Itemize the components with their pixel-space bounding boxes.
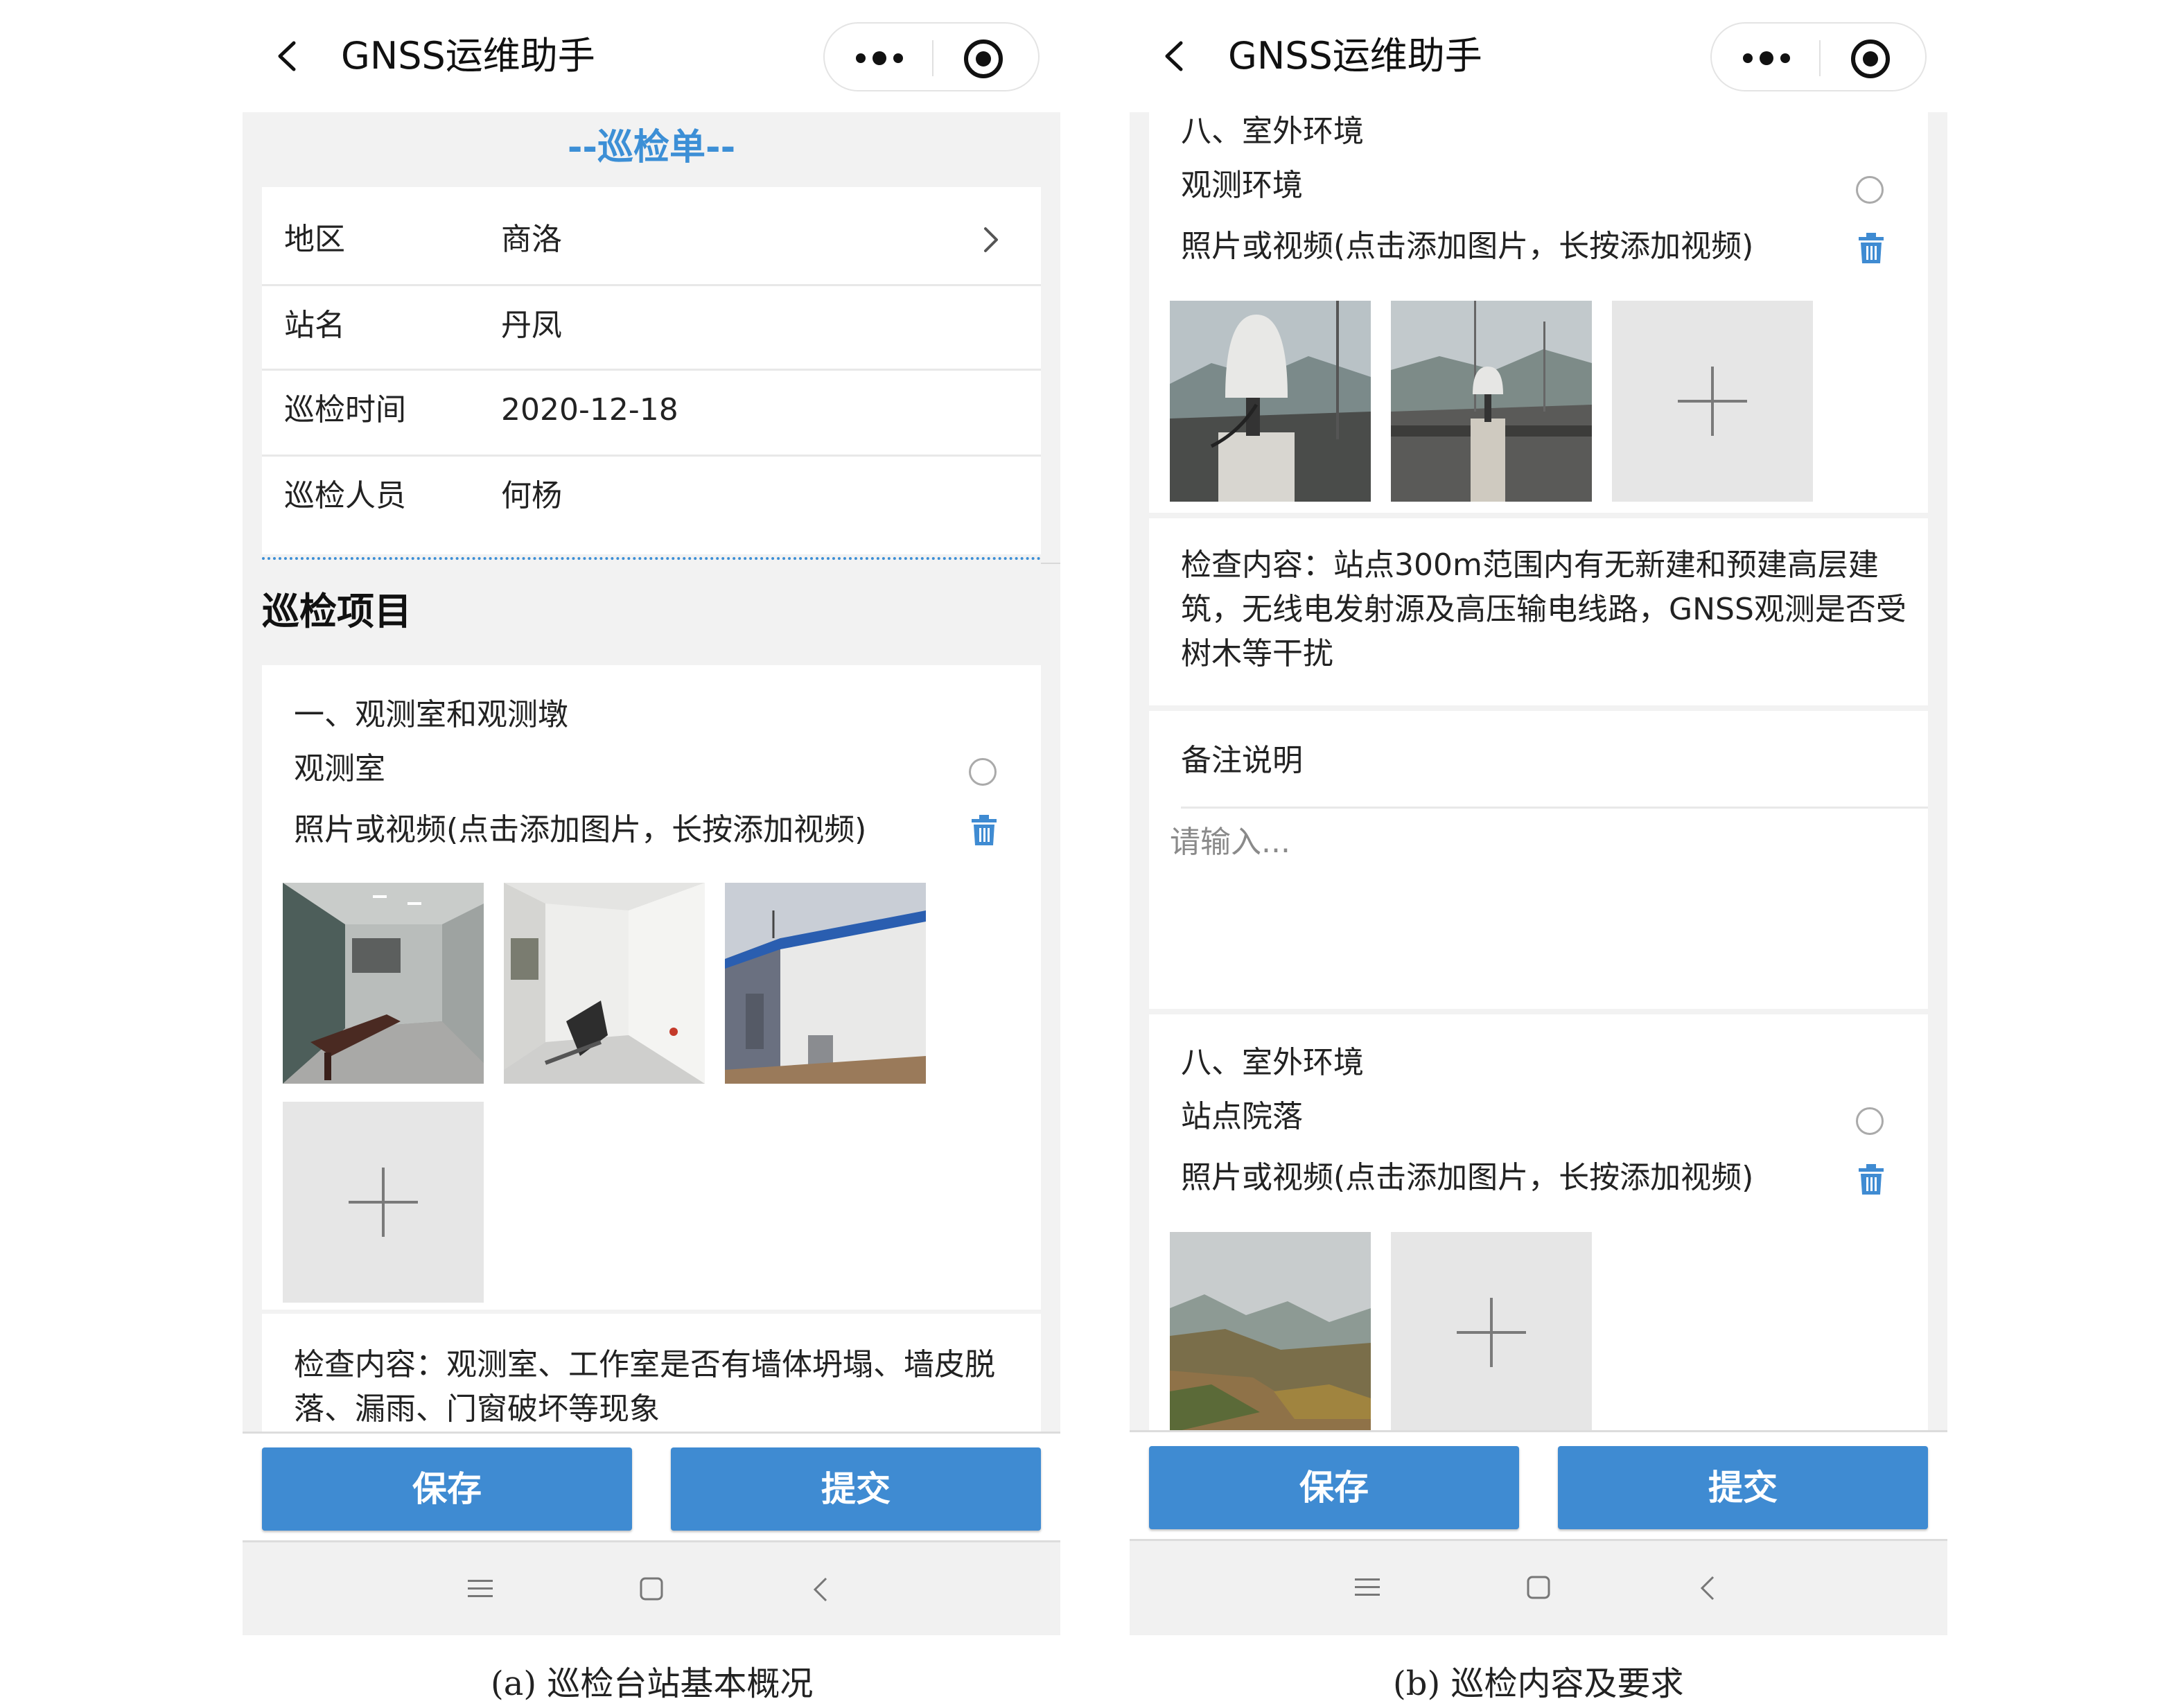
check-content-card: 检查内容：观测室、工作室是否有墙体坍塌、墙皮脱落、漏雨、门窗破坏等现象 [262, 1314, 1041, 1438]
check-content-card: 检查内容：站点300m范围内有无新建和预建高层建筑，无线电发射源及高压输电线路，… [1149, 518, 1928, 705]
trash-icon[interactable] [1857, 231, 1885, 265]
radio-icon[interactable] [1856, 176, 1884, 204]
item-category: 一、观测室和观测墩 [294, 697, 568, 732]
add-photo-button[interactable] [283, 1102, 484, 1303]
item-category: 八、室外环境 [1181, 114, 1364, 149]
row-divider [262, 284, 1041, 286]
radio-icon[interactable] [969, 758, 997, 786]
row-divider [1181, 807, 1928, 809]
trash-icon[interactable] [970, 813, 998, 847]
section-title: 巡检项目 [262, 590, 412, 633]
info-label-inspector: 巡检人员 [284, 478, 406, 513]
item-name: 站点院落 [1181, 1099, 1303, 1134]
submit-button[interactable]: 提交 [1558, 1446, 1928, 1529]
form-title: --巡检单-- [567, 127, 736, 168]
target-icon[interactable] [1850, 39, 1891, 79]
bottom-action-bar: 保存 提交 [243, 1432, 1060, 1542]
item-name: 观测环境 [1181, 168, 1303, 203]
add-photo-button[interactable] [1612, 301, 1813, 502]
screen-inspection-overview: GNSS运维助手 --巡检单-- 地区 商洛 站名 丹凤 巡检时间 2020-1… [243, 0, 1060, 1635]
photo-antenna-closeup[interactable] [1170, 301, 1371, 502]
photo-antenna-wide[interactable] [1391, 301, 1592, 502]
info-label-date: 巡检时间 [284, 392, 406, 428]
trash-icon[interactable] [1857, 1163, 1885, 1196]
target-icon[interactable] [963, 39, 1003, 79]
nav-menu-icon[interactable] [1355, 1577, 1380, 1598]
info-value-date: 2020-12-18 [501, 392, 678, 428]
dashed-divider [262, 557, 1041, 560]
photo-observation-room-chair[interactable] [504, 883, 705, 1084]
check-content: 检查内容：观测室、工作室是否有墙体坍塌、墙皮脱落、漏雨、门窗破坏等现象 [294, 1347, 995, 1427]
row-divider [262, 455, 1041, 457]
check-content: 检查内容：站点300m范围内有无新建和预建高层建筑，无线电发射源及高压输电线路，… [1181, 547, 1906, 671]
plus-icon [1711, 367, 1714, 436]
caption-b: (b) 巡检内容及要求 [1393, 1664, 1684, 1703]
mini-program-capsule [823, 22, 1040, 91]
mini-program-capsule [1710, 22, 1927, 91]
nav-home-icon[interactable] [1527, 1576, 1550, 1599]
nav-menu-icon[interactable] [468, 1578, 493, 1599]
app-title: GNSS运维助手 [1228, 34, 1482, 78]
capsule-divider [1819, 40, 1821, 76]
media-label: 照片或视频(点击添加图片，长按添加视频) [1181, 1160, 1754, 1195]
system-nav-bar [1130, 1541, 1947, 1635]
plus-icon [1490, 1298, 1493, 1367]
caption-a: (a) 巡检台站基本概况 [491, 1664, 814, 1703]
back-arrow-icon[interactable] [272, 40, 304, 72]
submit-button[interactable]: 提交 [671, 1447, 1041, 1531]
inspection-item-card-courtyard: 八、室外环境 站点院落 照片或视频(点击添加图片，长按添加视频) [1149, 1014, 1928, 1437]
radio-icon[interactable] [1856, 1107, 1884, 1135]
inspection-item-card: 一、观测室和观测墩 观测室 照片或视频(点击添加图片，长按添加视频) [262, 665, 1041, 1310]
system-nav-bar [243, 1542, 1060, 1635]
save-button[interactable]: 保存 [1149, 1446, 1519, 1529]
plus-icon [382, 1168, 385, 1237]
info-value-station: 丹凤 [501, 308, 562, 343]
section-divider [1041, 563, 1060, 564]
photo-observation-room-exterior[interactable] [725, 883, 926, 1084]
remark-input[interactable]: 请输入... [1170, 823, 1904, 989]
remark-card: 备注说明 请输入... [1149, 711, 1928, 1009]
add-photo-button[interactable] [1391, 1232, 1592, 1433]
nav-back-icon[interactable] [812, 1576, 829, 1603]
nav-home-icon[interactable] [640, 1577, 663, 1601]
station-info-card: 地区 商洛 站名 丹凤 巡检时间 2020-12-18 巡检人员 何杨 [262, 187, 1041, 554]
back-arrow-icon[interactable] [1159, 40, 1191, 72]
remark-label: 备注说明 [1181, 743, 1303, 778]
more-dots-icon[interactable] [1735, 39, 1798, 78]
photo-station-courtyard[interactable] [1170, 1232, 1371, 1433]
bottom-action-bar: 保存 提交 [1130, 1430, 1947, 1541]
nav-back-icon[interactable] [1699, 1574, 1716, 1602]
title-bar: GNSS运维助手 [1130, 0, 1947, 112]
media-label: 照片或视频(点击添加图片，长按添加视频) [1181, 229, 1754, 264]
screen-inspection-requirements: 八、室外环境 观测环境 照片或视频(点击添加图片，长按添加视频) 检查内容：站点… [1130, 0, 1947, 1635]
row-divider [262, 369, 1041, 371]
item-name: 观测室 [294, 751, 385, 786]
title-bar: GNSS运维助手 [243, 0, 1060, 112]
info-label-region: 地区 [284, 222, 345, 257]
info-label-station: 站名 [284, 308, 345, 343]
capsule-divider [932, 40, 933, 76]
chevron-right-icon[interactable] [983, 226, 999, 254]
info-value-inspector: 何杨 [501, 478, 562, 513]
save-button[interactable]: 保存 [262, 1447, 632, 1531]
photo-observation-room-interior[interactable] [283, 883, 484, 1084]
app-title: GNSS运维助手 [341, 34, 595, 78]
inspection-item-card-environment: 八、室外环境 观测环境 照片或视频(点击添加图片，长按添加视频) [1149, 112, 1928, 513]
item-category: 八、室外环境 [1181, 1045, 1364, 1080]
info-value-region[interactable]: 商洛 [501, 220, 562, 259]
media-label: 照片或视频(点击添加图片，长按添加视频) [294, 812, 867, 847]
more-dots-icon[interactable] [848, 39, 911, 78]
